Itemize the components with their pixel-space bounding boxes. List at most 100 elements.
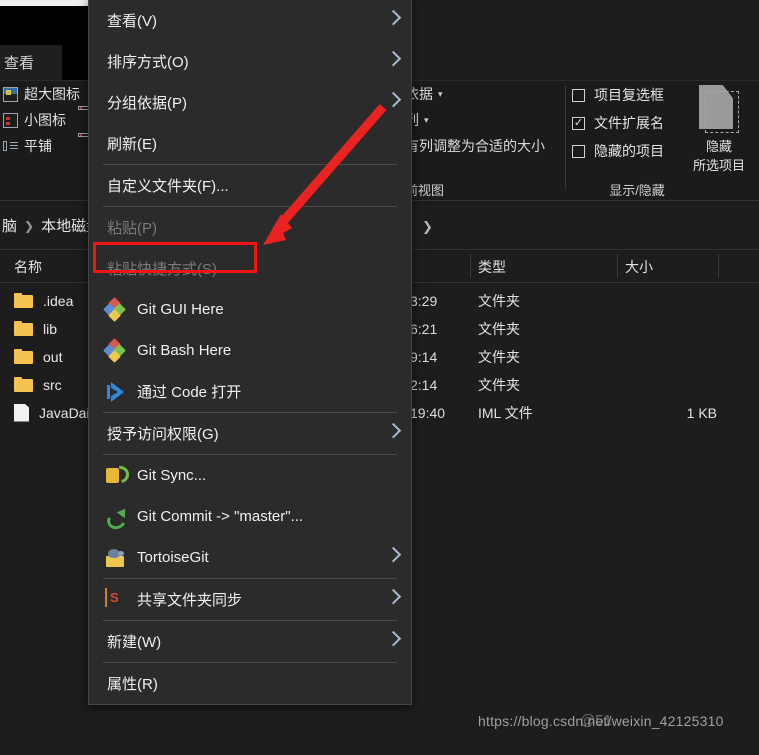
menu-item-item-16[interactable]: 属性(R)	[89, 663, 411, 704]
git-icon	[103, 296, 127, 322]
menu-item-git-7[interactable]: Git GUI Here	[89, 289, 411, 330]
menu-item-item-6: 粘贴快捷方式(S)	[89, 248, 411, 289]
ribbon-size-all-columns[interactable]: 有列调整为合适的大小	[405, 133, 570, 159]
menu-item-git-8[interactable]: Git Bash Here	[89, 330, 411, 371]
file-type-cell: 文件夹	[478, 292, 520, 309]
menu-item-item-4[interactable]: 自定义文件夹(F)...	[89, 165, 411, 206]
file-type-cell: 文件夹	[478, 320, 520, 337]
column-divider[interactable]	[617, 254, 618, 278]
git-commit-icon	[104, 505, 130, 532]
ribbon-item-tiles[interactable]: 平铺	[0, 133, 88, 159]
column-header-type[interactable]: 类型	[478, 257, 506, 277]
ribbon-show-hide-group: 项目复选框 ✓ 文件扩展名 隐藏的项目 隐藏 所选项目 显示/隐藏	[572, 81, 759, 201]
git-icon	[103, 337, 127, 363]
ribbon-columns[interactable]: 列 ▾	[405, 107, 570, 133]
ribbon-current-view-group: 依据 ▾ 列 ▾ 有列调整为合适的大小 前视图	[405, 81, 570, 201]
tab-view-label: 查看	[4, 55, 35, 72]
checkbox-label: 隐藏的项目	[594, 143, 664, 159]
chevron-right-icon	[385, 588, 402, 604]
file-icon	[14, 403, 29, 422]
hide-selected-label-line2: 所选项目	[692, 158, 745, 173]
git-sync-icon	[105, 462, 133, 487]
folder-icon	[14, 293, 33, 308]
chevron-right-icon: ❯	[24, 218, 35, 233]
menu-item-label: TortoiseGit	[137, 549, 209, 566]
file-name-cell: .idea	[14, 293, 73, 309]
menu-item-label: 共享文件夹同步	[137, 592, 243, 609]
file-name-label: out	[43, 348, 63, 365]
breadcrumb[interactable]: 脑 ❯ 本地磁盘	[2, 215, 101, 236]
ribbon-item-extra-large-icons[interactable]: 超大图标	[0, 81, 88, 107]
ribbon-sort-by[interactable]: 依据 ▾	[405, 81, 570, 107]
menu-item-label: 排序方式(O)	[107, 54, 189, 71]
file-type-cell: 文件夹	[478, 376, 520, 393]
menu-item-label: 分组依据(P)	[107, 95, 187, 112]
checkbox-icon[interactable]	[572, 144, 585, 158]
menu-item-item-5: 粘贴(P)	[89, 207, 411, 248]
column-header-name[interactable]: 名称	[14, 257, 42, 277]
file-name-cell: out	[14, 349, 62, 365]
file-type-cell: IML 文件	[478, 404, 533, 421]
checkbox-label: 项目复选框	[594, 87, 664, 103]
menu-item-share-sync-14[interactable]: S 共享文件夹同步	[89, 579, 411, 620]
menu-item-label: 通过 Code 打开	[137, 384, 242, 401]
menu-item-git-sync-11[interactable]: Git Sync...	[89, 455, 411, 496]
chevron-down-icon: ▾	[438, 88, 443, 99]
chevron-right-icon	[385, 50, 402, 66]
column-header-size[interactable]: 大小	[625, 257, 653, 277]
file-name-cell: lib	[14, 321, 57, 337]
file-name-label: .idea	[43, 292, 74, 309]
menu-item-item-1[interactable]: 排序方式(O)	[89, 41, 411, 82]
chevron-right-icon	[385, 630, 402, 646]
menu-item-tortoisegit-13[interactable]: TortoiseGit	[89, 537, 411, 578]
menu-item-item-10[interactable]: 授予访问权限(G)	[89, 413, 411, 454]
folder-icon	[14, 349, 33, 364]
folder-icon	[14, 321, 33, 336]
breadcrumb-item-this-pc[interactable]: 脑	[2, 215, 17, 236]
tortoisegit-icon	[105, 547, 127, 569]
extra-large-icons-icon	[3, 86, 18, 102]
menu-item-vscode-9[interactable]: 通过 Code 打开	[89, 371, 411, 412]
checkbox-label: 文件扩展名	[594, 115, 664, 131]
menu-item-label: 粘贴(P)	[107, 220, 157, 237]
hide-selected-label-line1: 隐藏	[705, 139, 732, 154]
menu-item-item-15[interactable]: 新建(W)	[89, 621, 411, 662]
menu-item-label: 查看(V)	[107, 13, 157, 30]
menu-item-item-3[interactable]: 刷新(E)	[89, 123, 411, 164]
chevron-right-icon	[385, 91, 402, 107]
file-time-cell: 3:29	[410, 292, 438, 309]
checkbox-checked-icon[interactable]: ✓	[572, 116, 585, 130]
column-divider[interactable]	[470, 254, 471, 278]
column-divider[interactable]	[718, 254, 719, 278]
menu-item-item-0[interactable]: 查看(V)	[89, 0, 411, 41]
watermark-url: https://blog.csdn.net/weixin_42125310	[478, 713, 724, 729]
file-time-cell: 6:21	[410, 320, 438, 337]
ribbon-item-label: 小图标	[24, 112, 66, 128]
menu-item-label: 授予访问权限(G)	[107, 426, 219, 443]
tiles-icon	[3, 139, 18, 154]
ribbon-item-small-icons[interactable]: 小图标	[0, 107, 88, 133]
menu-item-label: 自定义文件夹(F)...	[107, 178, 229, 195]
file-name-cell: src	[14, 377, 62, 393]
hide-selected-icon	[697, 85, 741, 135]
share-sync-icon: S	[105, 587, 127, 611]
folder-icon	[14, 377, 33, 392]
menu-item-label: 粘贴快捷方式(S)	[107, 261, 217, 278]
tab-view[interactable]: 查看	[0, 45, 62, 80]
menu-item-label: Git Bash Here	[137, 342, 232, 359]
hide-selected-items-button[interactable]: 隐藏 所选项目	[681, 85, 757, 174]
menu-item-label: 属性(R)	[107, 676, 158, 693]
address-dropdown-chevron-icon[interactable]: ❯	[422, 219, 433, 235]
menu-item-git-commit-12[interactable]: Git Commit -> "master"...	[89, 496, 411, 537]
chevron-down-icon: ▾	[424, 114, 429, 125]
checkbox-icon[interactable]	[572, 88, 585, 102]
file-name-cell: JavaDaily	[14, 403, 100, 422]
menu-item-item-2[interactable]: 分组依据(P)	[89, 82, 411, 123]
file-time-cell: 2:14	[410, 376, 438, 393]
chevron-right-icon	[385, 9, 402, 25]
chevron-right-icon	[385, 422, 402, 438]
ribbon-show-hide-caption: 显示/隐藏	[609, 183, 665, 198]
ribbon-layout-group: 超大图标 小图标 平铺	[0, 81, 89, 201]
file-name-label: lib	[43, 320, 58, 337]
context-menu[interactable]: 查看(V) 排序方式(O) 分组依据(P) 刷新(E) 自定义文件夹(F)... 粘贴(P…	[88, 0, 412, 705]
